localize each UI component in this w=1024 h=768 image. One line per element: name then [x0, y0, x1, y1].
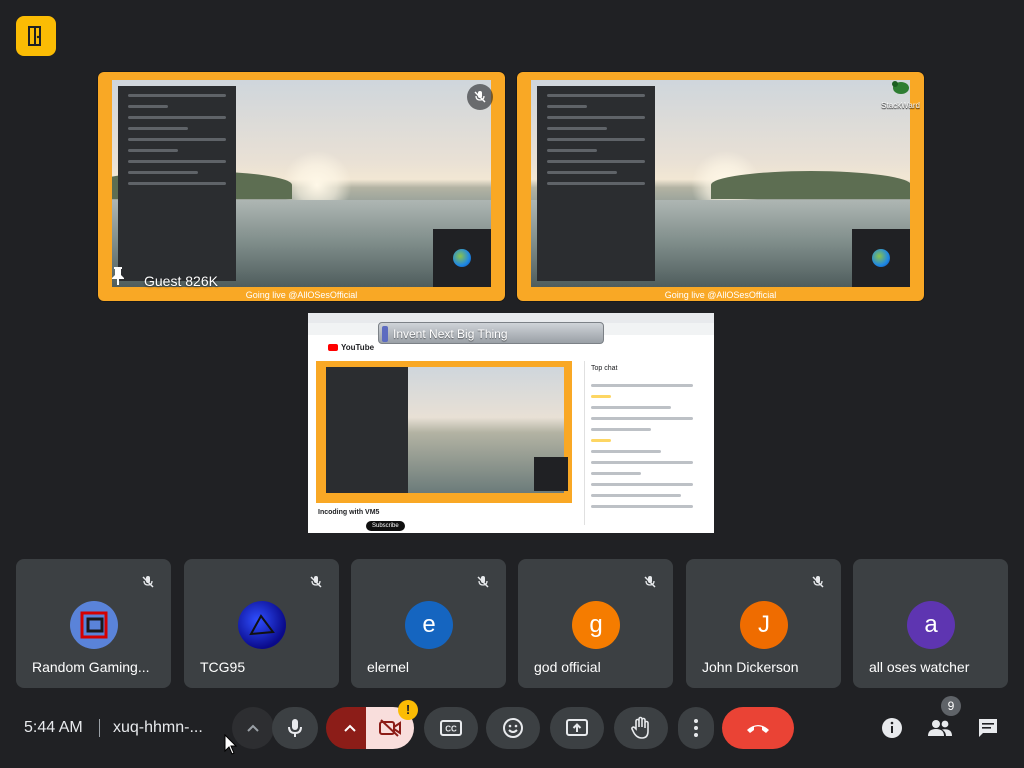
avatar: a — [907, 601, 955, 649]
turtle-avatar-icon — [891, 81, 909, 94]
clock: 5:44 AM — [24, 719, 83, 736]
participant-tile[interactable]: Random Gaming... — [16, 559, 171, 688]
participant-tile[interactable]: g god official — [518, 559, 673, 688]
captions-button[interactable]: CC — [424, 707, 478, 749]
shared-desktop-view — [112, 80, 491, 287]
participant-video-tile-2[interactable]: Going live @AllOSesOfficial StackWard — [517, 72, 924, 301]
avatar: g — [572, 601, 620, 649]
raise-hand-button[interactable] — [614, 707, 668, 749]
webcam-overlay — [433, 229, 491, 287]
stream-banner: Going live @AllOSesOfficial — [245, 290, 358, 300]
hang-up-icon — [747, 725, 769, 733]
corner-badge: StackWard — [881, 78, 920, 110]
chat-icon — [979, 719, 997, 737]
file-explorer-panel — [118, 86, 236, 281]
avatar — [238, 601, 286, 649]
file-explorer-panel — [537, 86, 655, 281]
meet-logo — [16, 16, 56, 56]
emoji-icon — [503, 718, 523, 738]
more-options-button[interactable] — [678, 707, 714, 749]
mic-off-icon — [309, 575, 323, 594]
subscribe-button: Subscribe — [366, 521, 405, 531]
mic-off-icon — [467, 84, 493, 110]
chat-header: Top chat — [591, 365, 618, 372]
info-icon — [882, 718, 902, 738]
meeting-code: xuq-hhmn-... — [113, 719, 203, 736]
mic-off-icon — [811, 575, 825, 594]
youtube-logo: YouTube — [328, 343, 374, 352]
participant-tile[interactable]: TCG95 — [184, 559, 339, 688]
live-chat-panel: Top chat — [584, 361, 699, 525]
avatar: e — [405, 601, 453, 649]
microphone-button[interactable] — [272, 707, 318, 749]
participant-tile[interactable]: e elernel — [351, 559, 506, 688]
participant-name: TCG95 — [200, 659, 246, 675]
present-screen-icon — [566, 719, 588, 736]
participant-name: god official — [534, 659, 601, 675]
participant-name: elernel — [367, 659, 410, 675]
people-button[interactable] — [925, 713, 955, 743]
reactions-button[interactable] — [486, 707, 540, 749]
stream-banner: Going live @AllOSesOfficial — [664, 290, 777, 300]
camera-warning-badge: ! — [398, 700, 418, 720]
mic-off-icon — [141, 575, 155, 594]
presentation-title-pill: Invent Next Big Thing — [378, 322, 604, 344]
people-count-badge: 9 — [941, 696, 961, 716]
chevron-up-icon — [247, 724, 259, 732]
present-screen-button[interactable] — [550, 707, 604, 749]
mic-off-icon — [476, 575, 490, 594]
audio-options-button[interactable] — [232, 707, 274, 749]
windows-taskbar — [308, 533, 714, 541]
red-square-logo-icon — [80, 611, 108, 639]
chevron-up-icon — [344, 724, 356, 732]
participant-video-tile-1[interactable]: Going live @AllOSesOfficial Guest 826K — [98, 72, 505, 301]
participant-name: all oses watcher — [869, 659, 970, 675]
mic-off-icon — [643, 575, 657, 594]
mouse-cursor-icon — [224, 733, 238, 761]
camera-off-icon — [379, 719, 401, 737]
people-icon — [928, 720, 952, 736]
blue-abstract-icon — [249, 614, 275, 636]
raise-hand-icon — [631, 716, 649, 739]
embedded-video — [316, 361, 572, 503]
closed-captions-icon: CC — [440, 720, 462, 736]
door-exit-icon — [28, 26, 41, 46]
meeting-details-button[interactable] — [877, 713, 907, 743]
microphone-icon — [288, 719, 302, 737]
svg-text:CC: CC — [445, 725, 457, 734]
leave-call-button[interactable] — [722, 707, 794, 749]
participant-name: Random Gaming... — [32, 659, 150, 675]
avatar: J — [740, 601, 788, 649]
corner-label: StackWard — [881, 101, 920, 110]
pin-icon[interactable] — [110, 266, 126, 291]
participant-tile[interactable]: J John Dickerson — [686, 559, 841, 688]
more-vert-icon — [694, 719, 698, 737]
webcam-overlay — [852, 229, 910, 287]
video-title: Incoding with VM5 — [318, 509, 380, 516]
participant-name: John Dickerson — [702, 659, 799, 675]
shared-desktop-view — [531, 80, 910, 287]
participant-tile[interactable]: a all oses watcher — [853, 559, 1008, 688]
participant-name: Guest 826K — [144, 273, 218, 289]
screen-share-presentation[interactable]: YouTube Incoding with VM5 Subscribe Top … — [308, 313, 714, 541]
divider — [99, 719, 100, 737]
avatar — [70, 601, 118, 649]
chat-button[interactable] — [973, 713, 1003, 743]
